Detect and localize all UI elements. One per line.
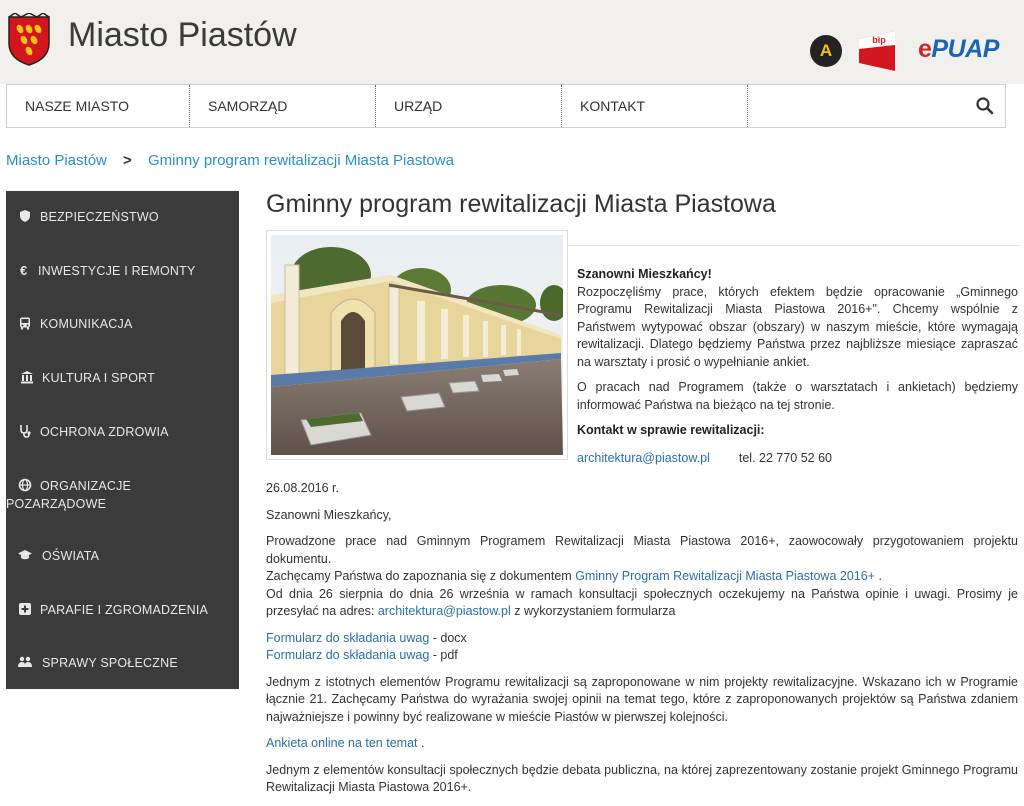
sidebar-item-ochrona-zdrowia[interactable]: OCHRONA ZDROWIA xyxy=(6,424,239,439)
bip-label: bip xyxy=(872,35,886,45)
stethoscope-icon xyxy=(20,425,31,438)
breadcrumb-home-link[interactable]: Miasto Piastów xyxy=(6,152,107,169)
sidebar-item-parafie[interactable]: PARAFIE I ZGROMADZENIA xyxy=(6,602,239,617)
article-photo-frame xyxy=(266,230,568,460)
form-docx-suffix: - docx xyxy=(429,630,467,645)
article-date: 26.08.2016 r. xyxy=(266,481,339,495)
epuap-logo[interactable]: ePUAP xyxy=(918,35,999,64)
sidebar-item-inwestycje[interactable]: € INWESTYCJE I REMONTY xyxy=(6,263,239,278)
sidebar-item-label: OŚWIATA xyxy=(42,549,100,563)
paragraph-3: Od dnia 26 sierpnia do dnia 26 września … xyxy=(266,586,1018,621)
intro-greeting: Szanowni Mieszkańcy! xyxy=(577,267,712,281)
breadcrumb: Miasto Piastów > Gminny program rewitali… xyxy=(6,152,454,169)
main-nav: NASZE MIASTO SAMORZĄD URZĄD KONTAKT xyxy=(6,84,1006,128)
survey-line: Ankieta online na ten temat . xyxy=(266,735,1018,753)
form-pdf-line: Formularz do składania uwag - pdf xyxy=(266,647,1018,665)
form-pdf-link[interactable]: Formularz do składania uwag xyxy=(266,648,429,662)
sidebar-item-label: SPRAWY SPOŁECZNE xyxy=(42,656,178,670)
site-title[interactable]: Miasto Piastów xyxy=(68,16,297,54)
sidebar-item-label: BEZPIECZEŃSTWO xyxy=(40,210,159,224)
euro-icon: € xyxy=(20,263,27,277)
search-icon[interactable] xyxy=(975,96,995,116)
site-header: Miasto Piastów A bip ePUAP xyxy=(0,0,1024,84)
accessibility-button[interactable]: A xyxy=(810,35,842,67)
nav-item-samorzad[interactable]: SAMORZĄD xyxy=(190,85,376,127)
sidebar-item-oswiata[interactable]: OŚWIATA xyxy=(6,548,239,563)
paragraph-5: Jednym z elementów konsultacji społeczny… xyxy=(266,762,1018,795)
intro-paragraph-2: O pracach nad Programem (także o warszta… xyxy=(577,380,1018,412)
survey-suffix: . xyxy=(417,736,425,750)
form-pdf-suffix: - pdf xyxy=(429,648,458,662)
sidebar-item-label: INWESTYCJE I REMONTY xyxy=(38,264,196,278)
paragraph-3-suffix: z wykorzystaniem formularza xyxy=(510,604,676,618)
shield-icon xyxy=(20,210,30,222)
sidebar-item-label: KULTURA I SPORT xyxy=(42,371,155,385)
intro-paragraph-1: Rozpoczęliśmy prace, których efektem będ… xyxy=(577,284,1018,369)
paragraph-4: Jednym z istotnych elementów Programu re… xyxy=(266,674,1018,724)
sidebar-item-komunikacja[interactable]: KOMUNIKACJA xyxy=(6,316,239,331)
nav-item-kontakt[interactable]: KONTAKT xyxy=(562,85,748,127)
sidebar-item-bezpieczenstwo[interactable]: BEZPIECZEŃSTWO xyxy=(6,209,239,224)
sidebar-item-label: KOMUNIKACJA xyxy=(40,317,133,331)
page-title: Gminny program rewitalizacji Miasta Pias… xyxy=(266,190,776,218)
paragraph-2: Zachęcamy Państwa do zapoznania się z do… xyxy=(266,568,1018,586)
colonnade-photo xyxy=(271,235,563,455)
article-body: 26.08.2016 r. Szanowni Mieszkańcy, Prowa… xyxy=(266,480,1018,806)
paragraph-2-suffix: . xyxy=(874,569,882,583)
bip-logo[interactable]: bip xyxy=(859,31,895,71)
sidebar-item-sprawy-spoleczne[interactable]: SPRAWY SPOŁECZNE xyxy=(6,655,239,670)
program-document-link[interactable]: Gminny Program Rewitalizacji Miasta Pias… xyxy=(575,569,875,583)
sidebar: BEZPIECZEŃSTWO € INWESTYCJE I REMONTY KOM… xyxy=(6,191,239,689)
users-icon xyxy=(18,656,32,667)
sidebar-item-kultura[interactable]: KULTURA I SPORT xyxy=(6,370,239,385)
paragraph-2-prefix: Zachęcamy Państwa do zapoznania się z do… xyxy=(266,569,576,583)
graduation-cap-icon xyxy=(18,550,32,560)
survey-link[interactable]: Ankieta online na ten temat xyxy=(266,736,418,750)
breadcrumb-separator: > xyxy=(123,152,132,169)
building-icon xyxy=(21,371,33,384)
svg-text:€: € xyxy=(20,263,27,277)
form-docx-link[interactable]: Formularz do składania uwag xyxy=(266,631,429,645)
contact-phone: tel. 22 770 52 60 xyxy=(738,450,833,465)
contact-email-link[interactable]: architektura@piastow.pl xyxy=(577,451,710,465)
paragraph-1: Prowadzone prace nad Gminnym Programem R… xyxy=(266,534,1018,566)
bus-icon xyxy=(20,317,30,330)
consultation-email-link[interactable]: architektura@piastow.pl xyxy=(378,604,511,618)
article-greeting: Szanowni Mieszkańcy, xyxy=(266,507,392,522)
sidebar-item-label: OCHRONA ZDROWIA xyxy=(40,425,169,439)
nav-item-nasze-miasto[interactable]: NASZE MIASTO xyxy=(7,85,190,127)
breadcrumb-current-link[interactable]: Gminny program rewitalizacji Miasta Pias… xyxy=(148,152,454,169)
city-crest-icon[interactable] xyxy=(7,13,51,67)
plus-square-icon xyxy=(19,603,31,615)
sidebar-item-label: ORGANIZACJE POZARZĄDOWE xyxy=(6,479,132,511)
sidebar-item-label: PARAFIE I ZGROMADZENIA xyxy=(40,603,209,617)
contact-heading: Kontakt w sprawie rewitalizacji: xyxy=(577,423,765,437)
nav-item-urzad[interactable]: URZĄD xyxy=(376,85,562,127)
form-docx-line: Formularz do składania uwag - docx xyxy=(266,630,1018,648)
intro-text: Szanowni Mieszkańcy! Rozpoczęliśmy prace… xyxy=(577,266,1018,475)
sidebar-item-organizacje[interactable]: ORGANIZACJE POZARZĄDOWE xyxy=(6,477,226,513)
